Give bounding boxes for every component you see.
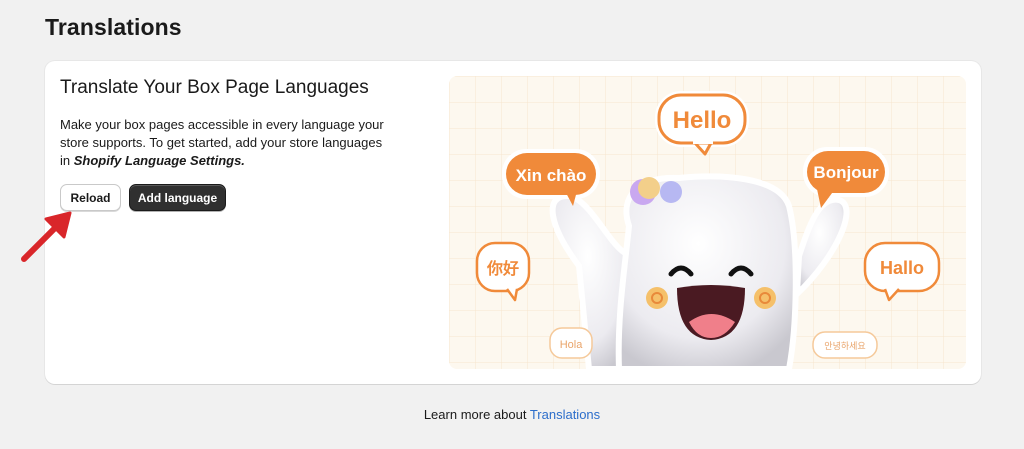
korean-bubble: 안녕하세요 <box>812 331 878 359</box>
hello-text: Hello <box>673 107 732 134</box>
shopify-language-settings-text: Shopify Language Settings. <box>73 153 245 168</box>
hallo-text: Hallo <box>880 258 924 278</box>
hola-bubble: Hola <box>549 327 593 359</box>
card-title: Translate Your Box Page Languages <box>60 77 369 98</box>
translations-link[interactable]: Translations <box>530 407 600 422</box>
page-title: Translations <box>45 14 182 40</box>
translations-illustration: Hello Xin chào Bonjour 你好 Hallo Hola 안녕하… <box>449 76 966 369</box>
korean-text: 안녕하세요 <box>824 341 865 352</box>
xin-chao-text: Xin chào <box>516 166 587 185</box>
illustration-canvas: Hello Xin chào Bonjour 你好 Hallo Hola 안녕하… <box>449 76 966 369</box>
card-description: Make your box pages accessible in every … <box>60 116 390 170</box>
hola-text: Hola <box>560 339 584 351</box>
add-language-button[interactable]: Add language <box>129 184 226 211</box>
learn-more-text: Learn more about <box>423 407 530 422</box>
annotation-arrow-icon <box>21 211 72 262</box>
nihao-text: 你好 <box>486 259 519 278</box>
bonjour-text: Bonjour <box>813 163 879 182</box>
learn-more: Learn more about Translations <box>0 407 1024 422</box>
